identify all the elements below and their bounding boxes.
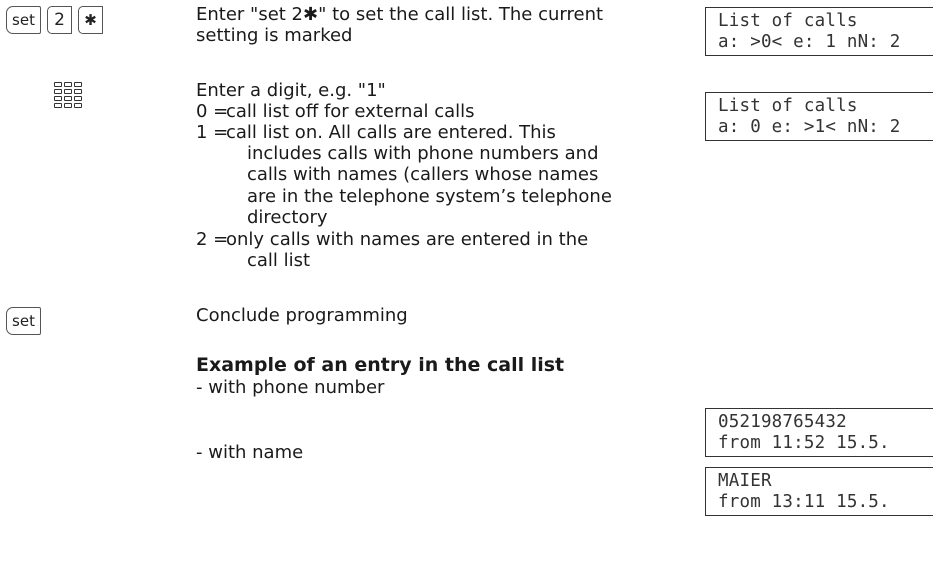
display-3-line2: from 11:52 15.5. xyxy=(718,433,890,453)
option-2-number: 2 = xyxy=(196,229,229,250)
option-2-line2: call list xyxy=(247,250,311,271)
set-key: set xyxy=(6,6,41,34)
digit-2-key-label: 2 xyxy=(54,10,65,30)
option-1-line1: call list on. All calls are entered. Thi… xyxy=(226,122,556,143)
example-with-number: - with phone number xyxy=(196,377,385,398)
display-1-line1: List of calls xyxy=(718,11,858,31)
display-4-line2: from 13:11 15.5. xyxy=(718,492,890,512)
option-2-line1: only calls with names are entered in the xyxy=(226,229,589,250)
keypad-icon xyxy=(54,82,82,108)
option-1-line3: calls with names (callers whose names xyxy=(247,164,599,185)
step3-text: Conclude programming xyxy=(196,305,408,326)
set-key-conclude: set xyxy=(6,307,41,335)
star-key-label: ✱ xyxy=(84,11,97,29)
set-key-conclude-label: set xyxy=(12,312,35,330)
display-2-line2: a: 0 e: >1< nN: 2 xyxy=(718,117,901,137)
option-0-line1: call list off for external calls xyxy=(226,101,475,122)
example-heading: Example of an entry in the call list xyxy=(196,354,565,376)
option-0-number: 0 = xyxy=(196,101,229,122)
example-with-name: - with name xyxy=(196,442,304,463)
display-3-line1: 052198765432 xyxy=(718,412,847,432)
option-1-line4: are in the telephone system’s telephone xyxy=(247,186,612,207)
display-4: MAIER from 13:11 15.5. xyxy=(705,467,933,516)
step2-intro: Enter a digit, e.g. "1" xyxy=(196,80,386,101)
star-key: ✱ xyxy=(78,6,103,34)
display-3: 052198765432 from 11:52 15.5. xyxy=(705,408,933,457)
set-key-label: set xyxy=(12,11,35,29)
option-1-line5: directory xyxy=(247,207,328,228)
step1-line2: setting is marked xyxy=(196,25,353,46)
display-2-line1: List of calls xyxy=(718,96,858,116)
display-1-line2: a: >0< e: 1 nN: 2 xyxy=(718,32,901,52)
step1-line1: Enter "set 2✱" to set the call list. The… xyxy=(196,4,604,25)
option-1-number: 1 = xyxy=(196,122,229,143)
option-1-line2: includes calls with phone numbers and xyxy=(247,143,599,164)
display-1: List of calls a: >0< e: 1 nN: 2 xyxy=(705,7,933,56)
display-2: List of calls a: 0 e: >1< nN: 2 xyxy=(705,92,933,141)
digit-2-key: 2 xyxy=(47,6,72,34)
display-4-line1: MAIER xyxy=(718,471,772,491)
